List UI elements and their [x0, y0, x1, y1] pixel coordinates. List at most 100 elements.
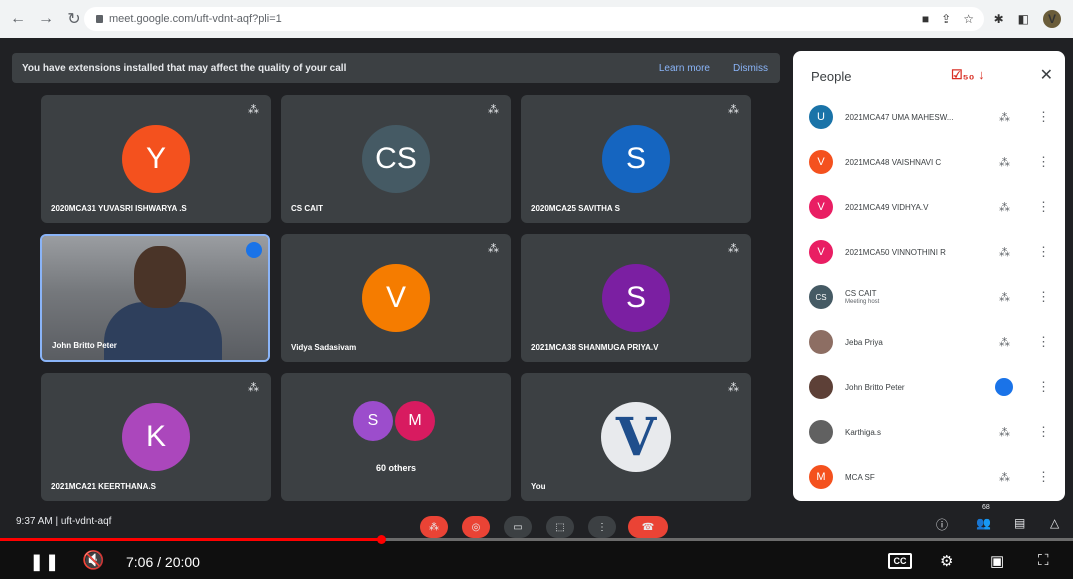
people-list-item[interactable]: Jeba Priya ⁂ ⋮	[793, 320, 1065, 364]
mic-off-icon[interactable]: ⁂	[999, 426, 1010, 439]
learn-more-link[interactable]: Learn more	[659, 63, 710, 74]
people-list-item[interactable]: V 2021MCA49 VIDHYA.V ⁂ ⋮	[793, 185, 1065, 229]
person-name: 2021MCA48 VAISHNAVI C	[845, 157, 942, 167]
progress-fill	[0, 538, 381, 541]
mic-off-icon[interactable]: ⁂	[999, 291, 1010, 304]
avatar: S	[602, 264, 670, 332]
avatar-photo	[809, 420, 833, 444]
mic-off-icon[interactable]: ⁂	[999, 201, 1010, 214]
people-list-item[interactable]: U 2021MCA47 UMA MAHESW... ⁂ ⋮	[793, 95, 1065, 139]
participant-tile[interactable]: ⁂ Y 2020MCA31 YUVASRI ISHWARYA .S	[41, 95, 271, 223]
fullscreen-icon[interactable]: ⛶	[1038, 552, 1049, 569]
camera-icon[interactable]: ■	[922, 12, 929, 26]
video-player-controls: ❚❚ 🔇 7:06 / 20:00 CC ⚙ ▣ ⛶	[0, 535, 1073, 579]
mic-off-icon[interactable]: ⁂	[999, 156, 1010, 169]
avatar: M	[809, 465, 833, 489]
volume-muted-icon[interactable]: 🔇	[82, 550, 104, 571]
people-list-item[interactable]: M MCA SF ⁂ ⋮	[793, 455, 1065, 499]
forward-icon[interactable]: →	[36, 9, 56, 29]
more-options-button[interactable]: ⋮	[588, 516, 616, 538]
person-body	[104, 302, 222, 360]
more-options-icon[interactable]: ⋮	[1037, 199, 1050, 215]
avatar: Y	[122, 125, 190, 193]
dismiss-link[interactable]: Dismiss	[733, 63, 768, 74]
self-tile[interactable]: ⁂ V You	[521, 373, 751, 501]
others-tile[interactable]: S M 60 others	[281, 373, 511, 501]
reload-icon[interactable]: ↻	[64, 9, 84, 29]
person-name: MCA SF	[845, 472, 875, 482]
people-list-item[interactable]: V 2021MCA48 VAISHNAVI C ⁂ ⋮	[793, 140, 1065, 184]
people-list-item[interactable]: Karthiga.s ⁂ ⋮	[793, 410, 1065, 454]
participant-video-tile[interactable]: John Britto Peter	[40, 234, 270, 362]
meeting-time-code: 9:37 AM | uft-vdnt-aqf	[16, 516, 112, 527]
avatar: V	[809, 150, 833, 174]
mic-off-icon[interactable]: ⁂	[999, 111, 1010, 124]
host-label: Meeting host	[845, 299, 880, 305]
participant-tile[interactable]: ⁂ S 2020MCA25 SAVITHA S	[521, 95, 751, 223]
meet-controls: 9:37 AM | uft-vdnt-aqf ⁂ ◎ ▭ ⬚ ⋮ ☎ ⓘ 👥 6…	[0, 504, 1073, 538]
address-bar[interactable]: meet.google.com/uft-vdnt-aqf?pli=1 ■ ⇪ ☆	[84, 7, 984, 31]
participant-tile[interactable]: ⁂ V Vidya Sadasivam	[281, 234, 511, 362]
scrubber-handle[interactable]	[376, 535, 386, 544]
person-name: 2021MCA50 VINNOTHINI R	[845, 247, 946, 257]
people-list-item[interactable]: John Britto Peter ⋮	[793, 365, 1065, 409]
chat-icon[interactable]: ▤	[1014, 516, 1025, 530]
settings-gear-icon[interactable]: ⚙	[940, 552, 953, 570]
people-list-item[interactable]: V 2021MCA50 VINNOTHINI R ⁂ ⋮	[793, 230, 1065, 274]
participant-tile[interactable]: ⁂ CS CS CAIT	[281, 95, 511, 223]
participant-tile[interactable]: ⁂ S 2021MCA38 SHANMUGA PRIYA.V	[521, 234, 751, 362]
time-display: 7:06 / 20:00	[126, 554, 200, 570]
more-options-icon[interactable]: ⋮	[1037, 244, 1050, 260]
captions-button[interactable]: CC	[888, 553, 912, 569]
participant-name: You	[531, 482, 546, 491]
camera-toggle-button[interactable]: ◎	[462, 516, 490, 538]
participant-name: John Britto Peter	[52, 341, 117, 350]
profile-avatar[interactable]: V	[1043, 10, 1061, 28]
pause-icon[interactable]: ❚❚	[30, 552, 61, 572]
person-name: 2021MCA47 UMA MAHESW...	[845, 112, 954, 122]
extension-pin-icon[interactable]: ✱	[994, 12, 1004, 26]
miniplayer-icon[interactable]: ▣	[990, 552, 1004, 570]
back-icon[interactable]: ←	[8, 9, 28, 29]
mic-off-icon: ⁂	[248, 104, 259, 116]
participant-name: 2021MCA38 SHANMUGA PRIYA.V	[531, 343, 659, 352]
extensions-notice: You have extensions installed that may a…	[12, 53, 780, 83]
annotation-mark: ☑₅₀ ↓	[951, 67, 985, 82]
mic-off-icon[interactable]: ⁂	[999, 336, 1010, 349]
avatar: CS	[362, 125, 430, 193]
more-options-icon[interactable]: ⋮	[1037, 334, 1050, 350]
share-icon[interactable]: ⇪	[941, 12, 951, 26]
avatar-photo	[809, 330, 833, 354]
present-button[interactable]: ⬚	[546, 516, 574, 538]
person-name: CS CAIT Meeting host	[845, 289, 879, 305]
more-options-icon[interactable]: ⋮	[1037, 289, 1050, 305]
end-call-button[interactable]: ☎	[628, 516, 668, 538]
more-options-icon[interactable]: ⋮	[1037, 469, 1050, 485]
people-icon[interactable]: 👥	[976, 516, 991, 530]
url-text: meet.google.com/uft-vdnt-aqf?pli=1	[109, 13, 282, 25]
more-options-icon[interactable]: ⋮	[1037, 424, 1050, 440]
mic-toggle-button[interactable]: ⁂	[420, 516, 448, 538]
bookmark-star-icon[interactable]: ☆	[963, 12, 974, 26]
participant-tile[interactable]: ⁂ K 2021MCA21 KEERTHANA.S	[41, 373, 271, 501]
mic-off-icon[interactable]: ⁂	[999, 471, 1010, 484]
sidebar-icon[interactable]: ◧	[1018, 12, 1029, 26]
progress-bar[interactable]	[0, 535, 1073, 544]
activities-icon[interactable]: △	[1050, 516, 1059, 530]
more-options-icon[interactable]: ⋮	[1037, 109, 1050, 125]
people-list-item[interactable]: CS CS CAIT Meeting host ⁂ ⋮	[793, 275, 1065, 319]
avatar: V	[809, 240, 833, 264]
people-panel: People ☑₅₀ ↓ ✕ U 2021MCA47 UMA MAHESW...…	[793, 51, 1065, 501]
avatar: M	[395, 401, 435, 441]
avatar: V	[362, 264, 430, 332]
more-options-icon[interactable]: ⋮	[1037, 379, 1050, 395]
mic-off-icon: ⁂	[728, 104, 739, 116]
more-options-icon[interactable]: ⋮	[1037, 154, 1050, 170]
mic-off-icon: ⁂	[248, 382, 259, 394]
mic-off-icon[interactable]: ⁂	[999, 246, 1010, 259]
participant-name: 2020MCA31 YUVASRI ISHWARYA .S	[51, 204, 187, 213]
mic-off-icon: ⁂	[488, 104, 499, 116]
close-icon[interactable]: ✕	[1040, 65, 1053, 85]
info-icon[interactable]: ⓘ	[936, 516, 948, 533]
captions-button[interactable]: ▭	[504, 516, 532, 538]
